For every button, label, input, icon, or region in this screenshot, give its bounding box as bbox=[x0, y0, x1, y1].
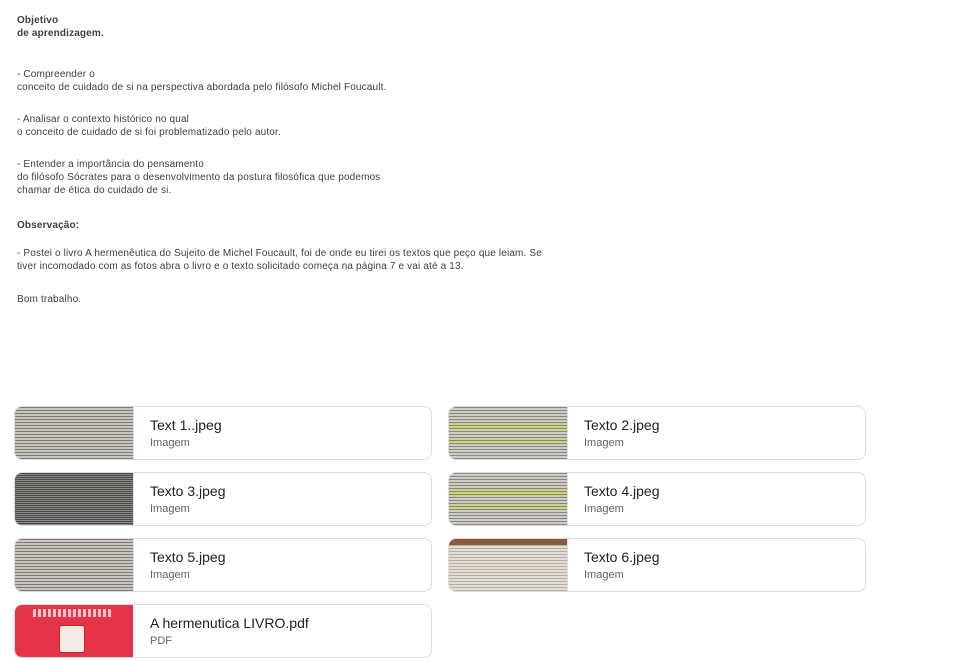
closing-text: Bom trabalho. bbox=[17, 294, 82, 305]
attachment-type: Imagem bbox=[150, 437, 190, 449]
attachment-card[interactable]: Texto 4.jpeg Imagem bbox=[448, 472, 866, 526]
attachment-type: Imagem bbox=[584, 569, 624, 581]
attachment-title: Texto 2.jpeg bbox=[584, 417, 660, 433]
attachment-card[interactable]: Texto 6.jpeg Imagem bbox=[448, 538, 866, 592]
attachment-card[interactable]: Text 1..jpeg Imagem bbox=[14, 406, 432, 460]
post-body: Objetivo de aprendizagem. - Compreender … bbox=[17, 14, 957, 306]
image-thumbnail bbox=[449, 539, 568, 591]
attachment-title: A hermenutica LIVRO.pdf bbox=[150, 615, 309, 631]
book-title-art bbox=[33, 609, 113, 617]
attachment-card[interactable]: Texto 3.jpeg Imagem bbox=[14, 472, 432, 526]
attachment-card[interactable]: Texto 2.jpeg Imagem bbox=[448, 406, 866, 460]
attachment-type: Imagem bbox=[150, 569, 190, 581]
image-thumbnail bbox=[449, 407, 568, 459]
observation-title: Observação: bbox=[17, 220, 80, 231]
attachment-type: Imagem bbox=[150, 503, 190, 515]
image-thumbnail bbox=[15, 407, 134, 459]
attachment-title: Texto 3.jpeg bbox=[150, 483, 226, 499]
observation-text: - Postei o livro A hermenêutica do Sujei… bbox=[17, 248, 542, 272]
attachment-card-pdf[interactable]: A hermenutica LIVRO.pdf PDF bbox=[14, 604, 432, 658]
image-thumbnail bbox=[15, 473, 134, 525]
attachment-title: Text 1..jpeg bbox=[150, 417, 222, 433]
objective-heading: Objetivo de aprendizagem. bbox=[17, 15, 104, 39]
attachment-card[interactable]: Texto 5.jpeg Imagem bbox=[14, 538, 432, 592]
pdf-thumbnail bbox=[15, 605, 133, 657]
attachment-type: Imagem bbox=[584, 503, 624, 515]
image-thumbnail bbox=[15, 539, 134, 591]
image-thumbnail bbox=[449, 473, 568, 525]
attachment-title: Texto 4.jpeg bbox=[584, 483, 660, 499]
attachment-title: Texto 6.jpeg bbox=[584, 549, 660, 565]
objective-item-3: - Entender a importância do pensamento d… bbox=[17, 159, 381, 196]
attachment-type: Imagem bbox=[584, 437, 624, 449]
author-portrait-icon bbox=[59, 625, 85, 653]
objective-item-2: - Analisar o contexto histórico no qual … bbox=[17, 114, 281, 138]
attachment-title: Texto 5.jpeg bbox=[150, 549, 226, 565]
attachment-type: PDF bbox=[150, 635, 172, 647]
objective-item-1: - Compreender o conceito de cuidado de s… bbox=[17, 69, 387, 93]
